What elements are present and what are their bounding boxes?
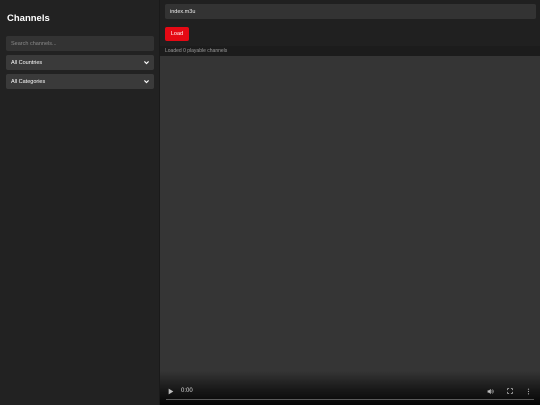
chevron-down-icon [144,80,149,84]
country-select[interactable]: All Countries [6,55,154,70]
progress-bar[interactable] [166,399,534,400]
video-player[interactable]: 0:00 [160,56,540,405]
sidebar-title: Channels [7,13,50,24]
category-select-value: All Categories [11,78,46,85]
status-text: Loaded 0 playable channels [160,46,540,56]
main-panel: Load Loaded 0 playable channels 0:00 [160,0,540,405]
category-select[interactable]: All Categories [6,74,154,89]
sidebar: Channels All Countries All Categories [0,0,160,405]
play-icon[interactable] [168,388,174,395]
playlist-toolbar: Load [160,0,540,46]
more-options-icon[interactable] [527,388,530,395]
player-controls: 0:00 [160,371,540,405]
volume-icon[interactable] [487,388,494,395]
playlist-url-input[interactable] [165,4,536,19]
country-select-value: All Countries [11,59,43,66]
chevron-down-icon [144,61,149,65]
channel-search-input[interactable] [6,36,154,51]
app: Channels All Countries All Categories Lo… [0,0,540,405]
load-button[interactable]: Load [165,27,189,41]
time-display: 0:00 [181,388,193,394]
fullscreen-icon[interactable] [507,388,513,394]
controls-row: 0:00 [160,386,540,396]
